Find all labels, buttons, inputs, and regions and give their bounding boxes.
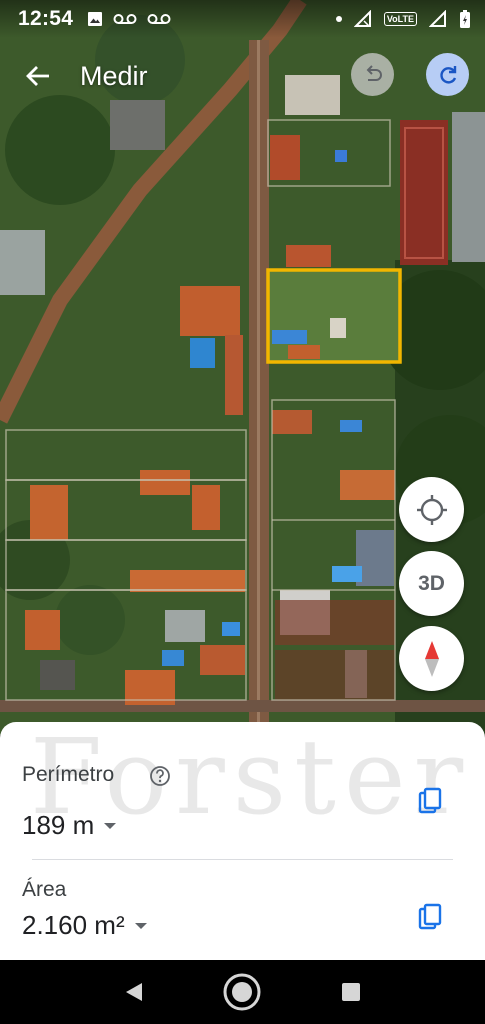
arrow-left-icon xyxy=(26,66,49,86)
status-bar: 12:54 VoLTE xyxy=(0,0,485,38)
map-imagery xyxy=(0,0,485,735)
measurement-sheet: Forster Perímetro 189 m Área 2.160 m² xyxy=(0,722,485,960)
battery-charging-icon xyxy=(460,10,470,28)
image-icon xyxy=(88,12,103,26)
compass-icon xyxy=(424,640,439,677)
perimeter-unit-selector[interactable]: 189 m xyxy=(22,810,117,841)
perimeter-value: 189 m xyxy=(22,810,95,840)
3d-label: 3D xyxy=(418,571,445,595)
area-label: Área xyxy=(22,878,67,901)
volte-icon: VoLTE xyxy=(383,12,417,26)
chevron-down-icon xyxy=(134,922,147,929)
divider xyxy=(32,859,453,860)
satellite-map[interactable] xyxy=(0,0,485,735)
nav-recents-icon xyxy=(341,983,360,1001)
system-nav-bar xyxy=(0,960,485,1024)
top-app-bar: Medir xyxy=(0,48,485,104)
voicemail-icon xyxy=(147,14,171,24)
3d-view-button[interactable]: 3D xyxy=(399,551,464,616)
copy-area-button[interactable] xyxy=(416,902,446,932)
my-location-icon xyxy=(416,494,447,525)
signal-off-icon xyxy=(353,10,371,27)
back-button[interactable] xyxy=(12,50,64,102)
nav-recents-button[interactable] xyxy=(326,967,376,1017)
page-title: Medir xyxy=(80,60,148,91)
my-location-button[interactable] xyxy=(399,477,464,542)
redo-button[interactable] xyxy=(426,53,469,96)
area-unit-selector[interactable]: 2.160 m² xyxy=(22,910,147,941)
status-notification-icons xyxy=(87,11,171,27)
nav-home-button[interactable] xyxy=(217,967,267,1017)
undo-button[interactable] xyxy=(351,53,394,96)
undo-icon xyxy=(366,64,382,81)
help-circle-icon[interactable] xyxy=(149,765,171,787)
compass-button[interactable] xyxy=(399,626,464,691)
copy-perimeter-button[interactable] xyxy=(416,786,446,816)
nav-back-icon xyxy=(126,983,143,1001)
status-time: 12:54 xyxy=(18,7,74,30)
nav-home-icon xyxy=(223,973,261,1011)
voicemail-icon xyxy=(113,14,137,24)
redo-icon xyxy=(439,65,456,84)
dot-icon xyxy=(335,16,342,22)
status-system-icons: VoLTE xyxy=(335,9,471,29)
area-value: 2.160 m² xyxy=(22,910,125,940)
signal-icon xyxy=(429,10,446,27)
chevron-down-icon xyxy=(104,822,117,829)
nav-back-button[interactable] xyxy=(109,967,159,1017)
perimeter-label: Perímetro xyxy=(22,763,115,786)
